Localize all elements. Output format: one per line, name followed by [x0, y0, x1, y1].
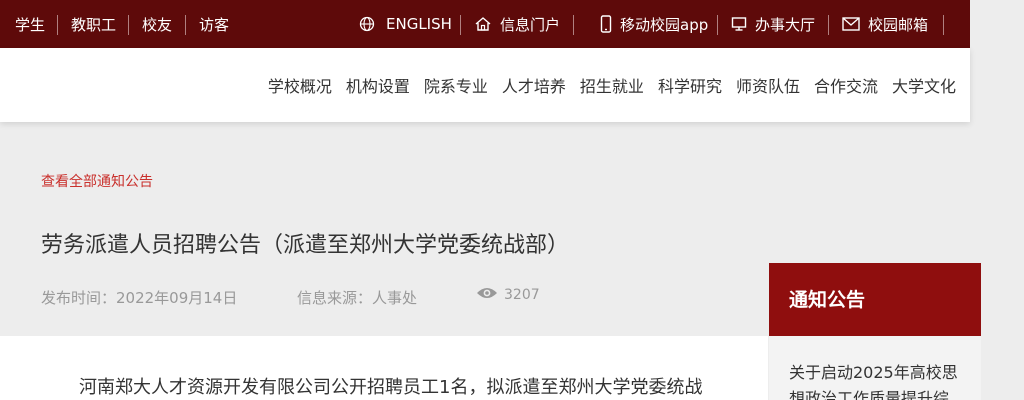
portal-link[interactable]: 信息门户 [474, 0, 560, 48]
nav-item-education[interactable]: 人才培养 [502, 73, 566, 97]
nav-list: 学校概况 机构设置 院系专业 人才培养 招生就业 科学研究 师资队伍 合作交流 … [254, 48, 956, 122]
view-count-value: 3207 [504, 287, 540, 303]
nav-item-organization[interactable]: 机构设置 [346, 73, 410, 97]
divider [57, 15, 58, 35]
mail-label: 校园邮箱 [868, 15, 929, 34]
nav-item-research[interactable]: 科学研究 [658, 73, 722, 97]
eye-icon [476, 286, 504, 304]
mail-link[interactable]: 校园邮箱 [842, 0, 928, 48]
divider [943, 15, 944, 35]
link-visitor[interactable]: 访客 [199, 0, 229, 48]
sidebar-notices-list: 关于启动2025年高校思想政治工作质量提升综 [769, 336, 981, 400]
divider [460, 15, 461, 35]
nav-item-faculty[interactable]: 师资队伍 [736, 73, 800, 97]
english-link[interactable]: ENGLISH [359, 0, 452, 48]
mobile-phone-icon [600, 15, 612, 33]
sidebar-notice-item[interactable]: 关于启动2025年高校思想政治工作质量提升综 [789, 360, 961, 400]
divider [717, 15, 718, 35]
mobile-app-label: 移动校园app [620, 15, 709, 34]
home-icon [474, 16, 492, 32]
divider [828, 15, 829, 35]
main-navigation: 学校概况 机构设置 院系专业 人才培养 招生就业 科学研究 师资队伍 合作交流 … [0, 48, 970, 122]
link-student[interactable]: 学生 [15, 0, 45, 48]
nav-item-cooperation[interactable]: 合作交流 [814, 73, 878, 97]
service-hall-link[interactable]: 办事大厅 [731, 0, 815, 48]
link-staff[interactable]: 教职工 [71, 0, 116, 48]
article-title: 劳务派遣人员招聘公告（派遣至郑州大学党委统战部） [41, 233, 570, 258]
nav-item-about[interactable]: 学校概况 [268, 73, 332, 97]
monitor-icon [731, 16, 747, 32]
nav-item-culture[interactable]: 大学文化 [892, 73, 956, 97]
info-source: 信息来源：人事处 [297, 289, 418, 307]
view-count: 3207 [476, 286, 540, 304]
mobile-app-link[interactable]: 移动校园app [600, 0, 708, 48]
nav-item-departments[interactable]: 院系专业 [424, 73, 488, 97]
top-utility-bar: 学生 教职工 校友 访客 ENGLISH 信息门户 移动校园app 办事大厅 校… [0, 0, 970, 48]
divider [573, 15, 574, 35]
envelope-icon [842, 17, 860, 31]
nav-item-admissions[interactable]: 招生就业 [580, 73, 644, 97]
divider [185, 15, 186, 35]
sidebar-heading: 通知公告 [789, 289, 866, 311]
portal-label: 信息门户 [500, 15, 561, 34]
globe-icon [359, 16, 375, 32]
sidebar-notices-header: 通知公告 [769, 263, 981, 336]
link-alumni[interactable]: 校友 [142, 0, 172, 48]
article-paragraph: 河南郑大人才资源开发有限公司公开招聘员工1名，拟派遣至郑州大学党委统战 [79, 377, 703, 398]
publish-time: 发布时间：2022年09月14日 [41, 289, 238, 307]
service-hall-label: 办事大厅 [755, 15, 816, 34]
english-label: ENGLISH [386, 15, 452, 33]
view-all-notices-link[interactable]: 查看全部通知公告 [41, 171, 153, 191]
divider [128, 15, 129, 35]
